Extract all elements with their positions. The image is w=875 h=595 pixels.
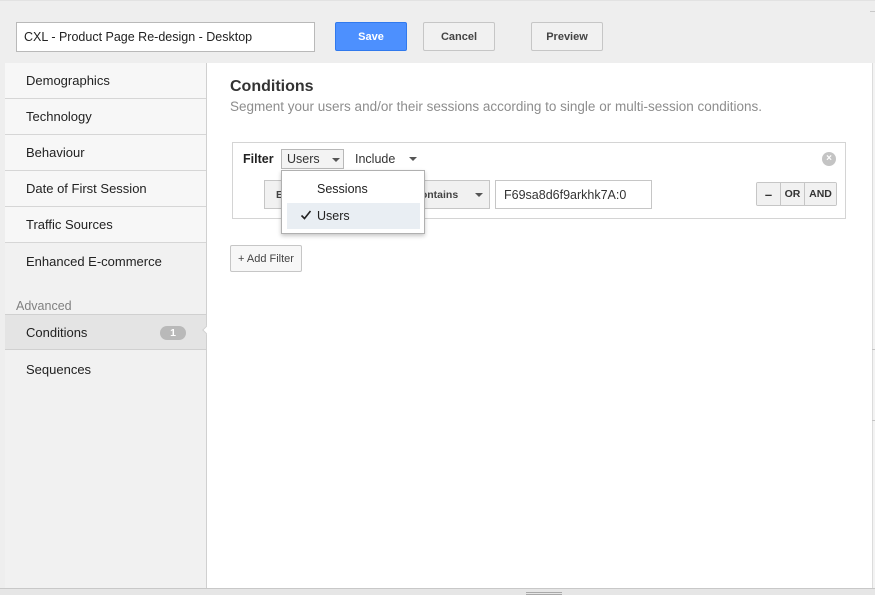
top-toolbar: Save Cancel Preview — [0, 0, 875, 63]
include-value: Include — [355, 152, 396, 166]
sidebar-item-label: Conditions — [26, 324, 88, 340]
sidebar-item-date-of-first-session[interactable]: Date of First Session — [5, 171, 206, 207]
sidebar-item-technology[interactable]: Technology — [5, 99, 206, 135]
close-circle-icon[interactable]: × — [822, 152, 836, 166]
sidebar-item-sequences[interactable]: Sequences — [5, 351, 206, 387]
sidebar-item-conditions[interactable]: Conditions 1 — [5, 314, 206, 350]
add-filter-button[interactable]: + Add Filter — [230, 245, 302, 272]
count-badge: 1 — [160, 326, 186, 340]
dropdown-option-sessions[interactable]: Sessions — [287, 176, 420, 202]
advanced-heading: Advanced — [16, 299, 72, 313]
segment-name-input[interactable] — [16, 22, 315, 52]
edge-tick — [870, 11, 875, 12]
filter-scope-select[interactable]: Users — [281, 149, 344, 169]
main-panel: Conditions Segment your users and/or the… — [207, 63, 872, 588]
page-title: Conditions — [230, 78, 314, 95]
chevron-down-icon — [332, 158, 340, 162]
or-button[interactable]: OR — [781, 183, 805, 205]
sidebar-item-demographics[interactable]: Demographics — [5, 63, 206, 99]
filter-label: Filter — [243, 152, 274, 166]
preview-button[interactable]: Preview — [531, 22, 603, 51]
bottom-bar — [0, 588, 875, 595]
check-icon — [300, 210, 312, 220]
cancel-button[interactable]: Cancel — [423, 22, 495, 51]
sidebar-item-enhanced-ecommerce[interactable]: Enhanced E-commerce — [5, 243, 206, 279]
dropdown-option-label: Sessions — [317, 182, 368, 196]
include-select[interactable]: Include — [355, 150, 421, 168]
chevron-down-icon — [475, 193, 483, 197]
sidebar-item-behaviour[interactable]: Behaviour — [5, 135, 206, 171]
dropdown-option-users[interactable]: Users — [287, 203, 420, 229]
and-button[interactable]: AND — [805, 183, 836, 205]
filter-scope-value: Users — [287, 152, 320, 166]
page-description: Segment your users and/or their sessions… — [230, 99, 763, 114]
sidebar: Demographics Technology Behaviour Date o… — [5, 63, 222, 588]
filter-value-input[interactable] — [495, 180, 652, 209]
save-button[interactable]: Save — [335, 22, 407, 51]
scope-dropdown-menu: Sessions Users — [281, 170, 425, 234]
dropdown-option-label: Users — [317, 209, 350, 223]
sidebar-item-traffic-sources[interactable]: Traffic Sources — [5, 207, 206, 243]
chevron-down-icon — [409, 157, 417, 161]
remove-condition-button[interactable]: – — [757, 183, 781, 205]
logic-button-group: – OR AND — [756, 182, 837, 206]
